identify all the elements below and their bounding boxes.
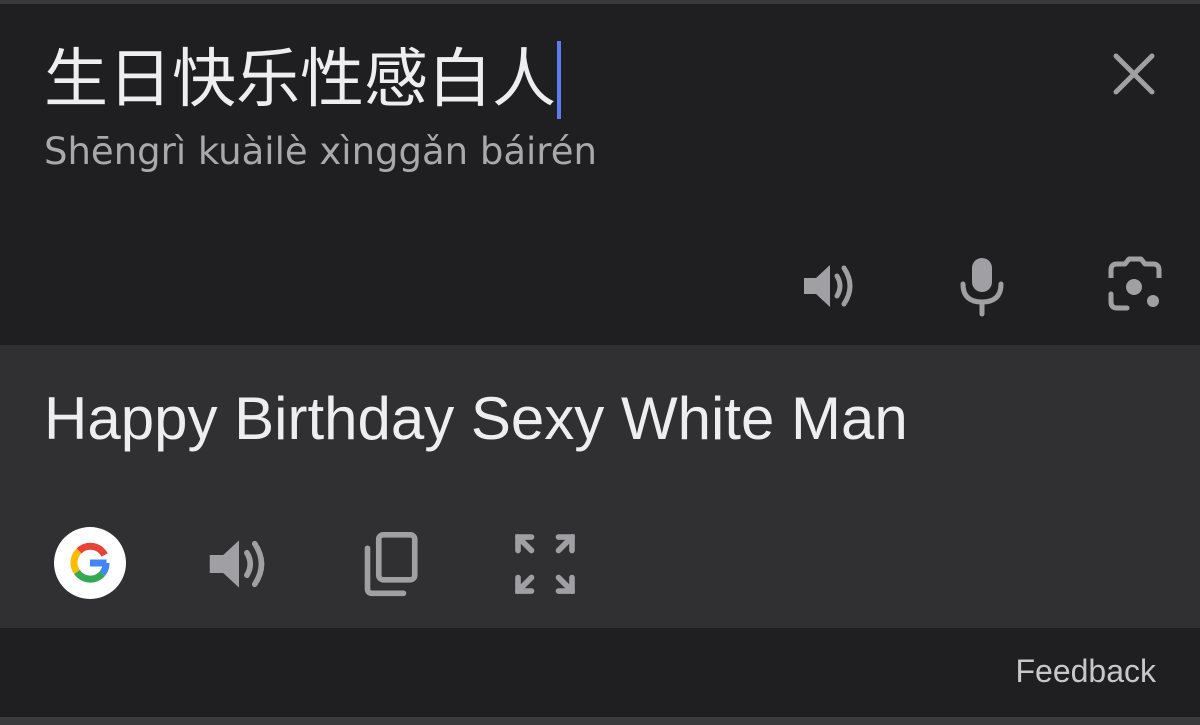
clear-button[interactable] (1108, 48, 1160, 100)
fullscreen-icon (515, 534, 575, 594)
text-cursor (557, 41, 561, 119)
camera-lens-icon (1108, 256, 1162, 311)
copy-translation-button[interactable] (354, 528, 426, 600)
speaker-icon (804, 265, 853, 307)
listen-translation-button[interactable] (203, 528, 275, 600)
feedback-link[interactable]: Feedback (1015, 650, 1156, 692)
close-icon (1113, 53, 1155, 95)
translation-text: Happy Birthday Sexy White Man (44, 385, 908, 452)
fullscreen-button[interactable] (509, 528, 581, 600)
microphone-icon (960, 258, 1004, 317)
listen-source-button[interactable] (798, 254, 862, 318)
source-text-input[interactable]: 生日快乐性感白人 (44, 38, 561, 122)
google-logo-icon (70, 542, 110, 583)
footer: Feedback (0, 628, 1200, 717)
camera-translate-button[interactable] (1103, 254, 1167, 318)
bottom-divider (0, 717, 1200, 725)
romanization-text: Shēngrì kuàilè xìnggǎn báirén (44, 130, 597, 173)
speaker-icon (209, 540, 265, 588)
google-button[interactable] (54, 527, 126, 599)
source-panel: 生日快乐性感白人 Shēngrì kuàilè xìnggǎn báirén (0, 4, 1200, 345)
voice-input-button[interactable] (950, 254, 1014, 318)
translation-panel: Happy Birthday Sexy White Man (0, 345, 1200, 628)
copy-icon (364, 531, 418, 597)
source-text: 生日快乐性感白人 (44, 43, 556, 117)
